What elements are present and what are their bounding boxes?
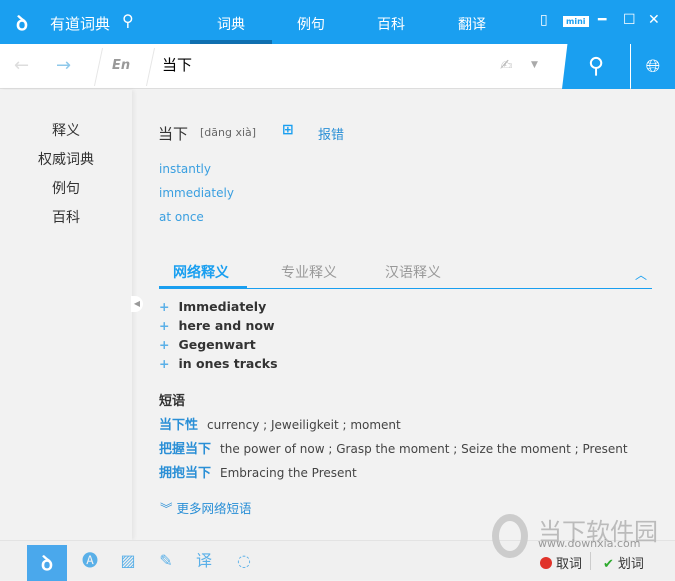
web-definition-item[interactable]: + here and now (159, 318, 275, 333)
handwriting-icon[interactable]: ✍ (500, 56, 513, 74)
phrase-row: 把握当下 the power of now ; Grasp the moment … (159, 442, 628, 457)
translation[interactable]: instantly (159, 162, 211, 176)
plus-icon[interactable]: + (159, 318, 169, 333)
youdao-logo-icon: ꝺ (16, 11, 28, 35)
divider (93, 48, 104, 86)
add-to-wordbook-icon[interactable]: ⊞ (282, 122, 294, 138)
forward-arrow-icon[interactable]: → (56, 55, 71, 76)
plus-icon[interactable]: + (159, 356, 169, 371)
search-bar: ← → En ✍ ▼ ⚲ 🌐︎ (0, 44, 675, 89)
globe-icon[interactable]: 🌐︎ (631, 44, 675, 89)
translation[interactable]: at once (159, 210, 204, 224)
language-selector[interactable]: En (112, 58, 130, 73)
chevron-up-icon[interactable]: ︿ (635, 266, 647, 283)
plus-icon[interactable]: + (159, 299, 169, 314)
select-word-toggle[interactable]: ✔ 划词 (603, 553, 644, 572)
maximize-button[interactable]: ☐ (623, 12, 636, 28)
watermark-url: www.downxia.com (538, 537, 641, 550)
user-icon[interactable]: ⚲ (122, 11, 134, 30)
mini-mode-button[interactable]: mini (563, 16, 589, 27)
phrase-row: 拥抱当下 Embracing the Present (159, 466, 357, 481)
search-button[interactable]: ⚲ (562, 44, 630, 89)
phrase-term-link[interactable]: 拥抱当下 (159, 466, 211, 481)
app-name: 有道词典 (50, 15, 111, 33)
sidebar-item-definition[interactable]: 释义 (0, 120, 132, 140)
tab-web-definition[interactable]: 网络释义 (173, 262, 229, 282)
capture-word-toggle[interactable]: 取词 (540, 553, 582, 572)
title-bar: ꝺ 有道词典 ⚲ 词典 例句 百科 翻译 ▯ mini ━ ☐ ✕ (0, 0, 675, 44)
phonetic: [dāng xià] (200, 126, 257, 139)
tab-encyclopedia[interactable]: 百科 (356, 14, 426, 34)
watermark-logo (492, 514, 528, 558)
web-definition-item[interactable]: + in ones tracks (159, 356, 278, 371)
double-chevron-down-icon: ︾ (160, 501, 177, 516)
web-definition-item[interactable]: + Gegenwart (159, 337, 256, 352)
plus-icon[interactable]: + (159, 337, 169, 352)
flashcard-icon[interactable]: ✎ (152, 549, 180, 573)
back-arrow-icon[interactable]: ← (14, 55, 29, 76)
more-phrases-link[interactable]: ︾ 更多网络短语 (160, 498, 252, 517)
chevron-down-icon[interactable]: ▼ (531, 60, 538, 70)
check-icon: ✔ (603, 557, 614, 572)
tab-chinese-definition[interactable]: 汉语释义 (385, 262, 441, 282)
phrase-term-link[interactable]: 当下性 (159, 418, 198, 433)
tab-professional-definition[interactable]: 专业释义 (281, 262, 337, 282)
phrases-heading: 短语 (159, 394, 186, 409)
minimize-button[interactable]: ━ (598, 12, 606, 28)
search-input[interactable] (162, 56, 482, 73)
collapse-sidebar-button[interactable]: ◀ (131, 296, 143, 312)
sidebar: 释义 权威词典 例句 百科 (0, 90, 132, 540)
phrase-row: 当下性 currency ; Jeweiligkeit ; moment (159, 418, 401, 433)
close-button[interactable]: ✕ (648, 12, 660, 28)
phrase-term-link[interactable]: 把握当下 (159, 442, 211, 457)
web-definition-item[interactable]: + Immediately (159, 299, 266, 314)
sidebar-item-encyclopedia[interactable]: 百科 (0, 207, 132, 227)
app-center-icon[interactable]: ◌ (230, 549, 258, 573)
image-translate-icon[interactable]: ▨ (114, 549, 142, 573)
tab-examples[interactable]: 例句 (276, 14, 346, 34)
translate-icon[interactable]: 译 (190, 549, 218, 573)
mobile-icon[interactable]: ▯ (540, 12, 548, 28)
tab-dictionary[interactable]: 词典 (190, 14, 272, 44)
sidebar-item-examples[interactable]: 例句 (0, 178, 132, 198)
headword: 当下 (158, 125, 189, 143)
wordbook-icon[interactable]: 🅐︎ (76, 549, 104, 573)
divider (145, 48, 156, 86)
translation[interactable]: immediately (159, 186, 234, 200)
tab-translate[interactable]: 翻译 (437, 14, 507, 34)
active-tab-indicator (159, 286, 247, 289)
sidebar-item-authoritative[interactable]: 权威词典 (0, 149, 132, 169)
report-error-link[interactable]: 报错 (318, 124, 344, 143)
stop-icon (540, 557, 552, 569)
divider (590, 552, 591, 570)
dictionary-icon[interactable]: ꝺ (27, 545, 67, 581)
